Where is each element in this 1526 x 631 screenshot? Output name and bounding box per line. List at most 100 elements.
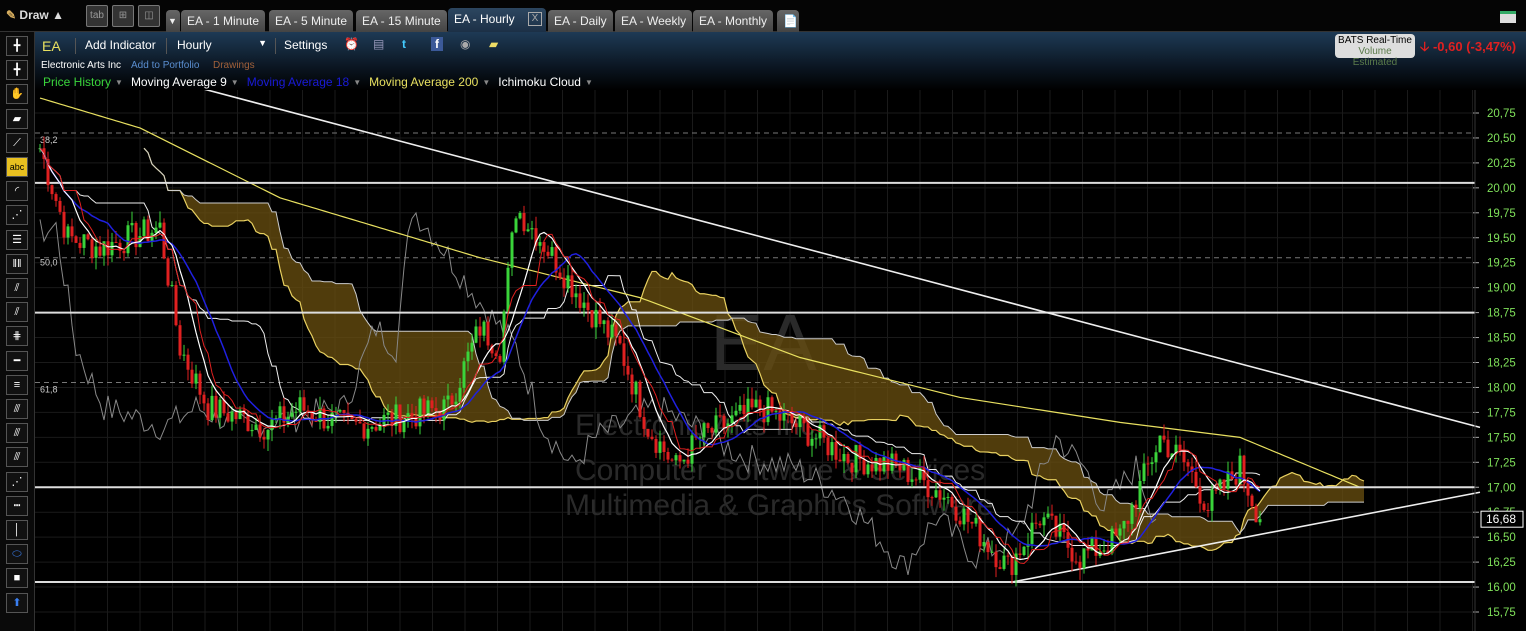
indicator-menu-arrow[interactable]: ▼: [585, 75, 593, 91]
indicator-price-history[interactable]: Price History: [43, 75, 111, 91]
speed-lines-tool-icon[interactable]: ⋰: [6, 471, 28, 492]
candle-body: [666, 451, 670, 460]
tab-layout-button[interactable]: tab: [86, 5, 108, 27]
candle-body: [1246, 482, 1250, 496]
indicator-menu-arrow[interactable]: ▼: [353, 75, 361, 91]
settings-button[interactable]: Settings: [284, 38, 327, 52]
candle-body: [1146, 463, 1150, 465]
y-tick-label: 16,50: [1487, 532, 1516, 544]
candle-body: [618, 336, 622, 344]
candle-body: [610, 324, 614, 338]
line-tool-icon[interactable]: ⟋: [6, 132, 28, 153]
candle-body: [354, 419, 358, 422]
y-tick-label: 19,75: [1487, 208, 1516, 220]
interval-select[interactable]: Hourly ▼: [177, 38, 267, 52]
vertical-line-tool-icon[interactable]: │: [6, 520, 28, 540]
price-chart[interactable]: 20,75 20,50 20,25 20,00 19,75 19,50 19,25 19,00…: [35, 90, 1526, 631]
indicator-moving-average-200[interactable]: Moving Average 200: [369, 75, 478, 91]
vertical-lines-tool-icon[interactable]: ‖‖: [6, 253, 28, 274]
candle-body: [58, 200, 62, 212]
text-abc-tool-icon[interactable]: abc: [6, 157, 28, 177]
arc-tool-icon[interactable]: ◜: [6, 181, 28, 202]
y-tick-label: 17,00: [1487, 482, 1516, 494]
candle-body: [1046, 513, 1050, 518]
candle-body: [1254, 506, 1258, 523]
eraser-tool-icon[interactable]: ▰: [6, 108, 28, 129]
candle-body: [54, 194, 58, 201]
new-tab-icon[interactable]: 📄: [777, 10, 799, 32]
dashed-lines-tool-icon[interactable]: ┅: [6, 495, 28, 516]
candle-body: [90, 239, 94, 258]
tab-daily[interactable]: EA - Daily: [548, 10, 613, 32]
twitter-icon[interactable]: t: [402, 37, 406, 51]
candle-body: [1238, 455, 1242, 485]
parallel-tool-icon[interactable]: ⫽: [6, 278, 28, 298]
tabs-dropdown[interactable]: ▼: [166, 10, 180, 32]
candle-body: [550, 247, 554, 256]
indicator-legend: Price History ▼ Moving Average 9 ▼ Moving Av…: [43, 75, 597, 91]
add-indicator-button[interactable]: Add Indicator: [85, 38, 156, 52]
gann-tool-icon[interactable]: ⋕: [6, 326, 28, 347]
arrow-up-tool-icon[interactable]: ⬆: [6, 592, 28, 613]
grid-layout-icon[interactable]: ⊞: [112, 5, 134, 27]
candle-body: [1202, 503, 1206, 510]
fib-arcs-tool-icon[interactable]: ⫻: [6, 447, 28, 468]
indicator-moving-average-9[interactable]: Moving Average 9: [131, 75, 227, 91]
candle-body: [202, 394, 206, 404]
candle-body: [962, 508, 966, 525]
tab-15-minute[interactable]: EA - 15 Minute: [356, 10, 447, 32]
facebook-icon[interactable]: f: [431, 37, 443, 51]
indicator-moving-average-18[interactable]: Moving Average 18: [247, 75, 350, 91]
indicator-menu-arrow[interactable]: ▼: [231, 75, 239, 91]
last-price-label: 16,68: [1486, 512, 1516, 526]
tab-weekly[interactable]: EA - Weekly: [615, 10, 693, 32]
database-icon[interactable]: ▤: [373, 37, 384, 51]
pitchfork-tool-icon[interactable]: ⫻: [6, 423, 28, 444]
crosshair-tool-icon[interactable]: ╋: [6, 36, 28, 56]
candle-body: [690, 435, 694, 464]
candle-body: [638, 381, 642, 418]
draw-menu[interactable]: ✎ Draw ▲: [6, 8, 64, 22]
horizontal-line-tool-icon[interactable]: ━: [6, 350, 28, 371]
candle-body: [74, 236, 78, 243]
candle-body: [270, 419, 274, 430]
candle-body: [958, 520, 962, 525]
candle-body: [902, 459, 906, 471]
horizontal-lines-tool-icon[interactable]: ☰: [6, 229, 28, 250]
channel-tool-icon[interactable]: ⫽: [6, 302, 28, 323]
add-to-portfolio-link[interactable]: Add to Portfolio: [131, 60, 199, 71]
tab-hourly[interactable]: EA - Hourly X: [448, 8, 546, 32]
candle-body: [386, 412, 390, 415]
tab-5-minute[interactable]: EA - 5 Minute: [269, 10, 354, 32]
window-icon[interactable]: [1500, 11, 1516, 23]
candle-body: [546, 251, 550, 256]
tab-1-minute[interactable]: EA - 1 Minute: [181, 10, 266, 32]
candle-body: [714, 415, 718, 433]
tab-monthly[interactable]: EA - Monthly: [693, 10, 774, 32]
indicator-ichimoku-cloud[interactable]: Ichimoku Cloud: [498, 75, 581, 91]
candle-body: [842, 453, 846, 462]
drawing-toolbar: ╋ ╋ ✋ ▰ ⟋ abc ◜ ⋰ ☰ ‖‖ ⫽ ⫽ ⋕ ━ ≡ ⫻ ⫻ ⫻ ⋰ ┅ │ ⬭ ■ ⬆: [0, 32, 35, 631]
crosshair-alt-tool-icon[interactable]: ╋: [6, 60, 28, 81]
camera-icon[interactable]: ◉: [460, 37, 470, 51]
ellipse-tool-icon[interactable]: ⬭: [6, 544, 28, 565]
drawings-link[interactable]: Drawings: [213, 60, 255, 71]
color-box-tool-icon[interactable]: ■: [6, 568, 28, 589]
alarm-clock-icon[interactable]: ⏰: [344, 37, 359, 51]
candle-body: [930, 497, 934, 499]
fib-fan-tool-icon[interactable]: ⫻: [6, 399, 28, 419]
candle-body: [1114, 528, 1118, 536]
hand-tool-icon[interactable]: ✋: [6, 84, 28, 105]
indicator-menu-arrow[interactable]: ▼: [115, 75, 123, 91]
fib-retracement-tool-icon[interactable]: ≡: [6, 374, 28, 395]
candle-body: [1006, 555, 1010, 557]
note-icon[interactable]: ▰: [489, 37, 498, 51]
candle-body: [734, 410, 738, 416]
split-layout-icon[interactable]: ◫: [138, 5, 160, 27]
candle-body: [626, 365, 630, 375]
fan-tool-icon[interactable]: ⋰: [6, 205, 28, 226]
indicator-menu-arrow[interactable]: ▼: [482, 75, 490, 91]
candle-body: [982, 541, 986, 547]
close-tab-icon[interactable]: X: [528, 12, 542, 26]
candle-body: [210, 395, 214, 420]
